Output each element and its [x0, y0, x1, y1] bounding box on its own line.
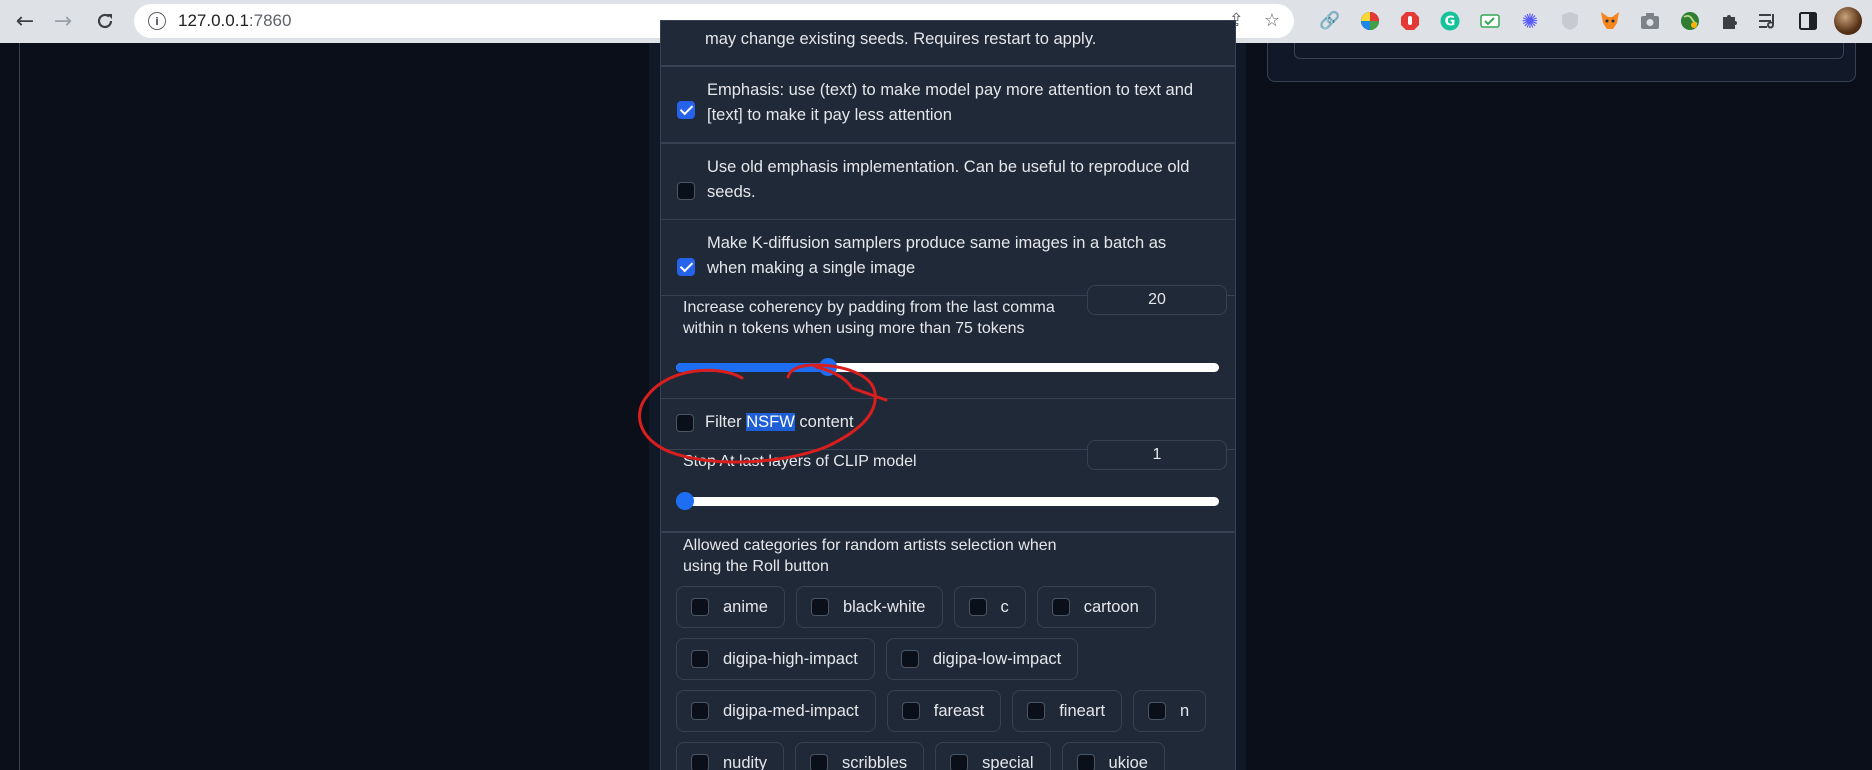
- category-option-black-white[interactable]: black-white: [795, 586, 943, 628]
- category-checkbox[interactable]: [1051, 598, 1070, 616]
- category-label: ukioe: [1108, 753, 1148, 770]
- category-checkbox[interactable]: [968, 598, 987, 616]
- comma-padding-number-input[interactable]: 20: [1087, 285, 1227, 315]
- old-emphasis-setting: Use old emphasis implementation. Can be …: [660, 143, 1236, 220]
- adblock-extension-icon[interactable]: [1398, 9, 1422, 33]
- category-label: anime: [723, 597, 768, 616]
- category-option-ukioe[interactable]: ukioe: [1061, 742, 1165, 770]
- category-option-c[interactable]: c: [953, 586, 1026, 628]
- category-checkbox[interactable]: [901, 702, 920, 720]
- category-checkbox[interactable]: [1148, 702, 1167, 720]
- metamask-extension-icon[interactable]: [1598, 9, 1622, 33]
- category-option-digipa-low-impact[interactable]: digipa-low-impact: [885, 638, 1079, 680]
- category-checkbox[interactable]: [691, 702, 709, 720]
- category-label: c: [1000, 597, 1009, 616]
- category-option-digipa-med-impact[interactable]: digipa-med-impact: [676, 690, 876, 732]
- old-emphasis-checkbox[interactable]: [677, 182, 695, 200]
- category-label: nudity: [723, 753, 768, 770]
- color-wheel-extension-icon[interactable]: [1358, 9, 1382, 33]
- emphasis-setting: Emphasis: use (text) to make model pay m…: [660, 66, 1236, 143]
- category-label: black-white: [842, 597, 926, 616]
- reading-list-icon[interactable]: [1756, 9, 1780, 33]
- snowflake-extension-icon[interactable]: ✺: [1518, 9, 1542, 33]
- category-option-fineart[interactable]: fineart: [1012, 690, 1123, 732]
- category-checkbox[interactable]: [691, 598, 709, 616]
- category-label: digipa-low-impact: [932, 649, 1062, 668]
- artist-categories-label: Allowed categories for random artists se…: [683, 537, 1057, 575]
- url-text: 127.0.0.1:7860: [178, 11, 292, 30]
- reload-icon[interactable]: [86, 2, 124, 40]
- category-label: cartoon: [1083, 597, 1139, 616]
- profile-avatar[interactable]: [1834, 7, 1862, 35]
- clip-skip-number-input[interactable]: 1: [1087, 440, 1227, 470]
- shield-extension-icon[interactable]: [1558, 9, 1582, 33]
- globe-extension-icon[interactable]: [1678, 9, 1702, 33]
- back-icon[interactable]: ←: [6, 2, 44, 40]
- right-panel: [1267, 43, 1856, 82]
- category-option-n[interactable]: n: [1133, 690, 1207, 732]
- category-label: digipa-high-impact: [723, 649, 858, 668]
- emphasis-checkbox[interactable]: [677, 101, 695, 119]
- kdiffusion-checkbox[interactable]: [677, 258, 695, 276]
- extensions-puzzle-icon[interactable]: [1718, 9, 1742, 33]
- category-label: digipa-med-impact: [723, 701, 859, 720]
- emphasis-label: Emphasis: use (text) to make model pay m…: [707, 81, 1194, 124]
- forward-icon[interactable]: →: [44, 2, 82, 40]
- clip-skip-slider[interactable]: [676, 492, 1219, 510]
- side-panel-icon[interactable]: [1796, 9, 1820, 33]
- bookmark-star-icon[interactable]: ☆: [1264, 10, 1280, 31]
- category-checkbox[interactable]: [810, 754, 829, 770]
- clip-skip-slider-thumb[interactable]: [676, 492, 694, 510]
- comma-padding-label: Increase coherency by padding from the l…: [683, 299, 1055, 337]
- old-emphasis-label: Use old emphasis implementation. Can be …: [707, 158, 1190, 201]
- category-checkbox[interactable]: [810, 598, 829, 616]
- category-checkbox[interactable]: [1076, 754, 1095, 770]
- category-option-scribbles[interactable]: scribbles: [795, 742, 925, 770]
- category-checkbox[interactable]: [1027, 702, 1046, 720]
- category-checkbox[interactable]: [950, 754, 969, 770]
- category-option-fareast[interactable]: fareast: [886, 690, 1002, 732]
- category-option-digipa-high-impact[interactable]: digipa-high-impact: [676, 638, 875, 680]
- camera-extension-icon[interactable]: [1638, 9, 1662, 33]
- red-annotation-circle: [638, 363, 888, 464]
- left-column: [0, 43, 20, 770]
- category-label: fareast: [933, 701, 985, 720]
- category-checkbox[interactable]: [691, 754, 709, 770]
- svg-text:G: G: [1445, 15, 1456, 30]
- category-option-anime[interactable]: anime: [676, 586, 785, 628]
- link-extension-icon[interactable]: 🔗: [1318, 9, 1342, 33]
- mail-check-extension-icon[interactable]: [1478, 9, 1502, 33]
- category-option-cartoon[interactable]: cartoon: [1036, 586, 1156, 628]
- grammarly-extension-icon[interactable]: G: [1438, 9, 1462, 33]
- seed-setting-row: may change existing seeds. Requires rest…: [660, 20, 1236, 66]
- category-checkbox[interactable]: [900, 650, 919, 668]
- category-checkbox[interactable]: [691, 650, 709, 668]
- kdiffusion-label: Make K-diffusion samplers produce same i…: [707, 234, 1167, 277]
- site-info-icon[interactable]: i: [148, 12, 166, 30]
- category-option-special[interactable]: special: [935, 742, 1051, 770]
- category-label: special: [982, 753, 1034, 770]
- seed-setting-label: may change existing seeds. Requires rest…: [705, 30, 1097, 48]
- category-label: fineart: [1059, 701, 1106, 720]
- category-option-nudity[interactable]: nudity: [676, 742, 785, 770]
- category-label: scribbles: [842, 753, 908, 770]
- category-label: n: [1180, 701, 1190, 720]
